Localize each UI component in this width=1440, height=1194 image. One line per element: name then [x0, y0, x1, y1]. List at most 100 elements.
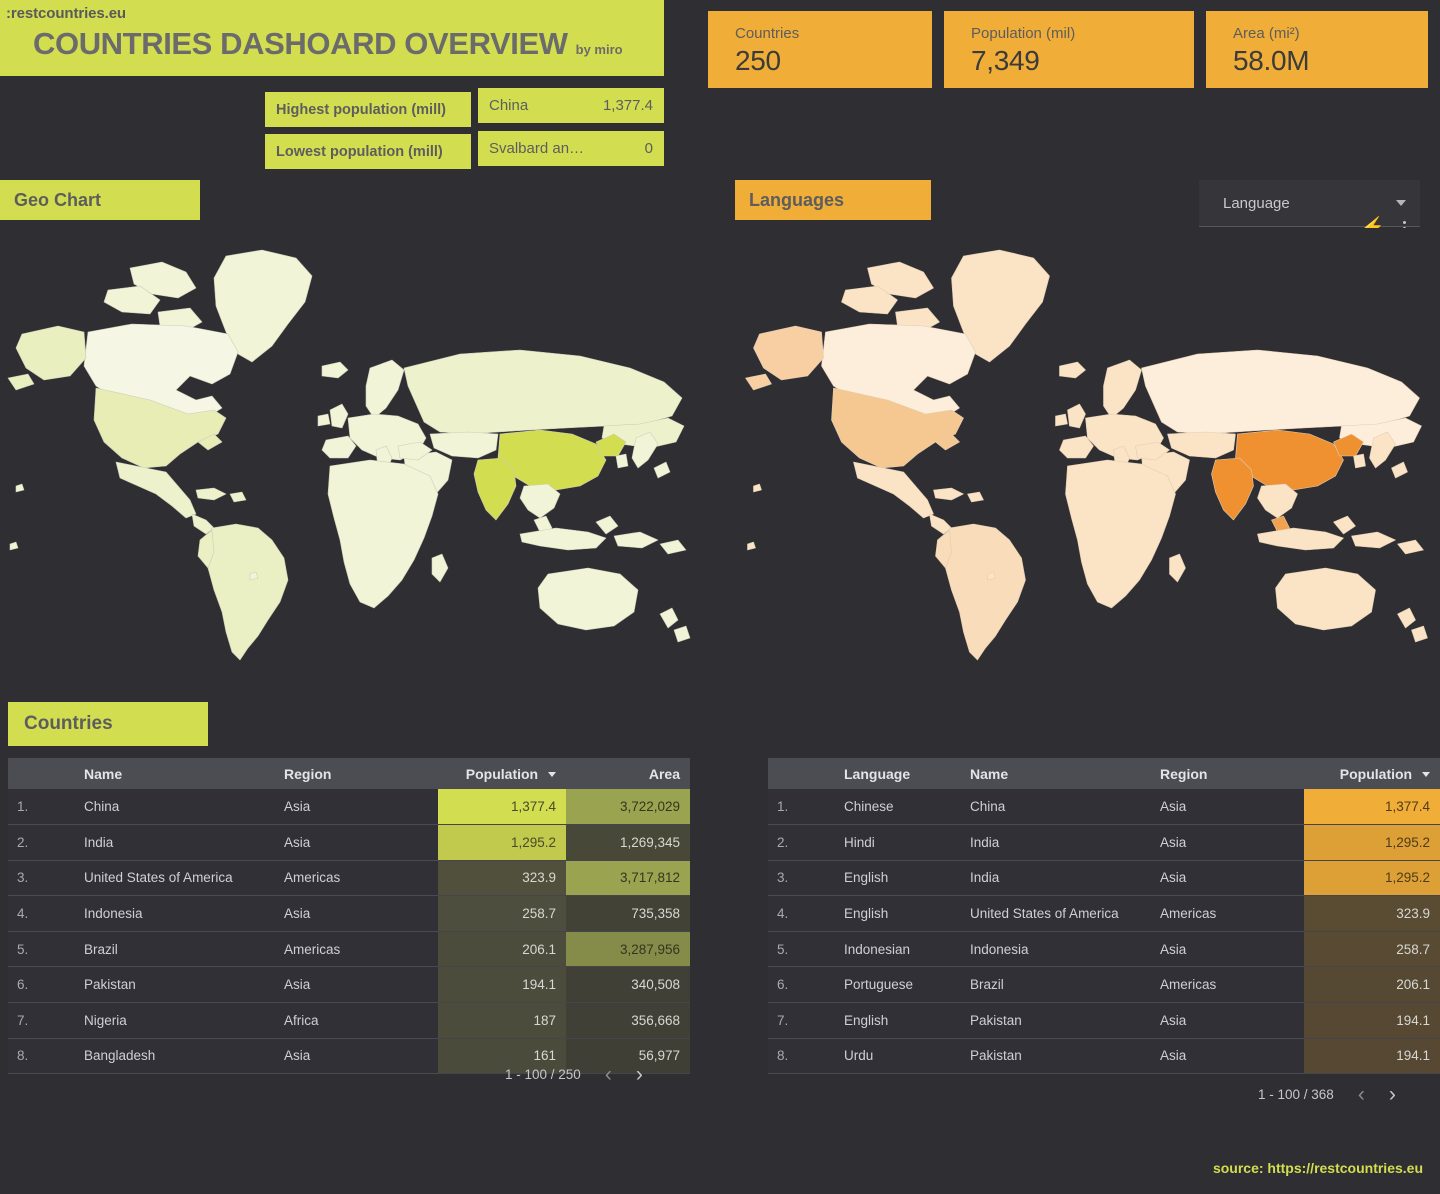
cell-population: 1,295.2: [1304, 824, 1440, 861]
table-row[interactable]: 6. Portuguese Brazil Americas 206.1: [768, 966, 1440, 1004]
cell-language: Chinese: [834, 789, 960, 826]
cell-area: 356,668: [566, 1002, 690, 1039]
row-index: 1.: [768, 789, 834, 826]
languages-table[interactable]: Language Name Region Population 1. Chines…: [768, 758, 1440, 1075]
languages-page-range: 1 - 100 / 368: [1258, 1087, 1334, 1102]
col-population-label: Population: [1339, 765, 1413, 782]
cell-region: Asia: [274, 1038, 438, 1075]
highest-population-country: China: [489, 97, 529, 114]
lowest-population-label: Lowest population (mill): [265, 134, 471, 169]
kpi-value: 7,349: [971, 45, 1040, 76]
next-page-icon[interactable]: ›: [636, 1064, 643, 1085]
cell-name: China: [960, 789, 1150, 826]
cell-language: English: [834, 860, 960, 897]
col-name[interactable]: Name: [74, 758, 274, 789]
col-region[interactable]: Region: [1150, 758, 1304, 789]
table-row[interactable]: 5. Indonesian Indonesia Asia 258.7: [768, 931, 1440, 968]
languages-map[interactable]: [735, 228, 1440, 683]
countries-table[interactable]: Name Region Population Area 1. China Asia 1…: [8, 758, 690, 1075]
cell-name: Indonesia: [74, 895, 274, 932]
row-index: 6.: [768, 966, 834, 1004]
prev-page-icon[interactable]: ‹: [605, 1064, 612, 1085]
next-page-icon[interactable]: ›: [1389, 1084, 1396, 1105]
cell-region: Asia: [274, 824, 438, 861]
col-region[interactable]: Region: [274, 758, 438, 789]
table-row[interactable]: 7. Nigeria Africa 187 356,668: [8, 1002, 690, 1039]
cell-population: 323.9: [438, 860, 566, 897]
cell-population: 187: [438, 1002, 566, 1039]
languages-pagination: 1 - 100 / 368 ‹ ›: [1258, 1084, 1396, 1105]
cell-name: Pakistan: [960, 1002, 1150, 1039]
table-header-row: Language Name Region Population: [768, 758, 1440, 789]
kpi-value: 58.0M: [1233, 45, 1310, 76]
cell-name: Nigeria: [74, 1002, 274, 1039]
table-row[interactable]: 4. Indonesia Asia 258.7 735,358: [8, 895, 690, 932]
cell-region: Americas: [274, 931, 438, 968]
languages-table-element: Language Name Region Population 1. Chines…: [768, 758, 1440, 1075]
col-language[interactable]: Language: [834, 758, 960, 789]
cell-population: 194.1: [438, 966, 566, 1004]
row-index: 2.: [768, 824, 834, 861]
cell-name: China: [74, 789, 274, 826]
row-index: 7.: [768, 1002, 834, 1039]
cell-region: Asia: [274, 789, 438, 826]
col-population[interactable]: Population: [438, 758, 566, 789]
row-index: 3.: [8, 860, 74, 897]
cell-language: Portuguese: [834, 966, 960, 1004]
cell-area: 3,722,029: [566, 789, 690, 826]
cell-name: Pakistan: [74, 966, 274, 1004]
cell-population: 1,377.4: [438, 789, 566, 826]
countries-table-head: Name Region Population Area: [8, 758, 690, 789]
sort-descending-icon: [1422, 772, 1430, 778]
section-header-geo-chart: Geo Chart: [0, 180, 200, 220]
col-population[interactable]: Population: [1304, 758, 1440, 789]
col-index[interactable]: [768, 758, 834, 789]
cell-region: Americas: [274, 860, 438, 897]
cell-population: 194.1: [1304, 1002, 1440, 1039]
row-index: 2.: [8, 824, 74, 861]
table-row[interactable]: 7. English Pakistan Asia 194.1: [768, 1002, 1440, 1039]
cell-region: Asia: [1150, 931, 1304, 968]
title-row: COUNTRIES DASHOARD OVERVIEW by miro: [6, 25, 664, 63]
countries-pagination: 1 - 100 / 250 ‹ ›: [505, 1064, 643, 1085]
table-row[interactable]: 6. Pakistan Asia 194.1 340,508: [8, 966, 690, 1004]
cell-area: 340,508: [566, 966, 690, 1004]
table-row[interactable]: 1. China Asia 1,377.4 3,722,029: [8, 789, 690, 826]
cell-population: 1,295.2: [438, 824, 566, 861]
cell-population: 206.1: [1304, 966, 1440, 1004]
cell-region: Asia: [1150, 1038, 1304, 1075]
cell-name: Brazil: [74, 931, 274, 968]
cell-name: Bangladesh: [74, 1038, 274, 1075]
table-row[interactable]: 8. Urdu Pakistan Asia 194.1: [768, 1038, 1440, 1075]
col-index[interactable]: [8, 758, 74, 789]
lowest-population-country: Svalbard an…: [489, 140, 585, 157]
row-index: 7.: [8, 1002, 74, 1039]
row-index: 4.: [768, 895, 834, 932]
geo-chart-map[interactable]: [0, 228, 700, 683]
table-row[interactable]: 5. Brazil Americas 206.1 3,287,956: [8, 931, 690, 968]
row-index: 1.: [8, 789, 74, 826]
cell-population: 206.1: [438, 931, 566, 968]
cell-area: 735,358: [566, 895, 690, 932]
highest-population-value: China 1,377.4: [478, 88, 664, 123]
row-index: 3.: [768, 860, 834, 897]
cell-population: 194.1: [1304, 1038, 1440, 1075]
prev-page-icon[interactable]: ‹: [1358, 1084, 1365, 1105]
kpi-label: Countries: [735, 25, 800, 42]
kpi-label: Population (mil): [971, 25, 1076, 42]
table-row[interactable]: 4. English United States of America America…: [768, 895, 1440, 932]
table-row[interactable]: 3. United States of America Americas 323.9 3…: [8, 860, 690, 897]
table-row[interactable]: 2. India Asia 1,295.2 1,269,345: [8, 824, 690, 861]
cell-name: India: [960, 824, 1150, 861]
table-row[interactable]: 1. Chinese China Asia 1,377.4: [768, 789, 1440, 826]
col-name[interactable]: Name: [960, 758, 1150, 789]
table-row[interactable]: 3. English India Asia 1,295.2: [768, 860, 1440, 897]
cell-name: Pakistan: [960, 1038, 1150, 1075]
cell-language: English: [834, 895, 960, 932]
languages-table-body: 1. Chinese China Asia 1,377.4 2. Hindi India Asi…: [768, 789, 1440, 1075]
source-link[interactable]: source: https://restcountries.eu: [1213, 1160, 1423, 1176]
cell-language: Indonesian: [834, 931, 960, 968]
col-area[interactable]: Area: [566, 758, 690, 789]
table-row[interactable]: 2. Hindi India Asia 1,295.2: [768, 824, 1440, 861]
cell-name: India: [74, 824, 274, 861]
